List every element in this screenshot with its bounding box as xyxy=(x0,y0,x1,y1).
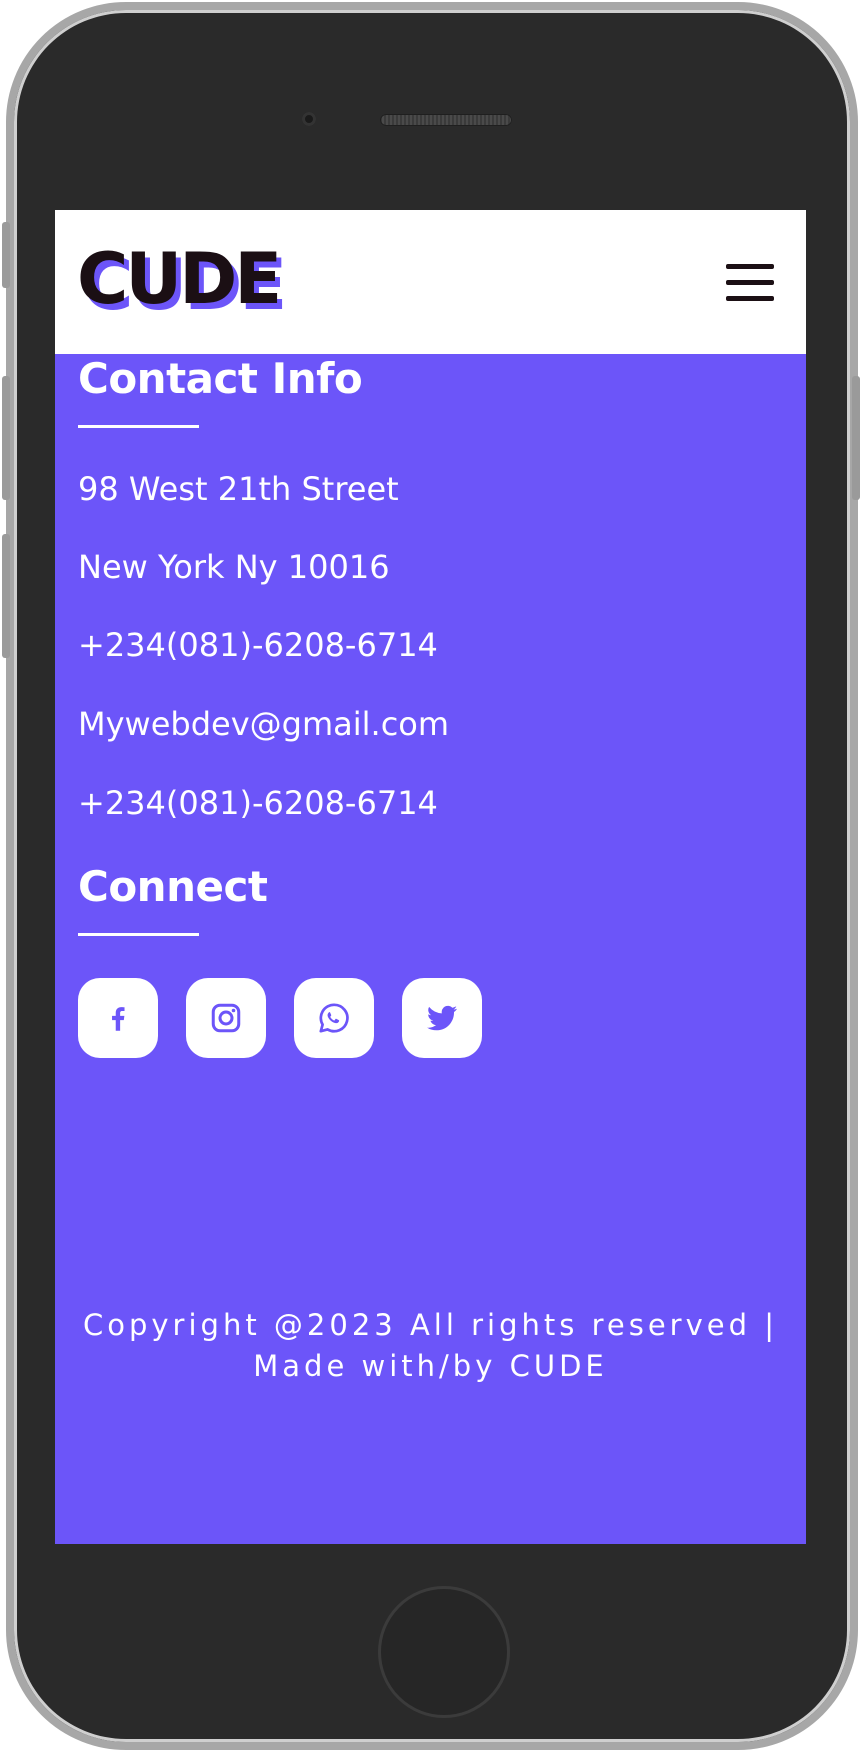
twitter-link[interactable] xyxy=(402,978,482,1058)
copyright-line: Copyright @2023 All rights reserved | xyxy=(83,1308,778,1342)
instagram-link[interactable] xyxy=(186,978,266,1058)
copyright-footer: Copyright @2023 All rights reserved | Ma… xyxy=(55,1305,806,1387)
camera-icon xyxy=(302,112,316,126)
social-links xyxy=(78,978,482,1058)
whatsapp-link[interactable] xyxy=(294,978,374,1058)
screen: CUDE Contact Info 98 West 21th Street Ne… xyxy=(55,210,806,1544)
facebook-icon xyxy=(112,1007,125,1031)
contact-info-heading: Contact Info xyxy=(78,354,363,403)
contact-city-line: New York Ny 10016 xyxy=(78,548,390,586)
volume-down-button xyxy=(2,534,10,658)
mute-switch xyxy=(2,222,10,288)
instagram-icon xyxy=(211,1003,241,1033)
contact-email: Mywebdev@gmail.com xyxy=(78,705,450,743)
speaker-grille xyxy=(380,114,512,126)
facebook-link[interactable] xyxy=(78,978,158,1058)
volume-up-button xyxy=(2,376,10,500)
logo[interactable]: CUDE xyxy=(77,244,282,314)
whatsapp-icon xyxy=(319,1003,349,1033)
connect-heading: Connect xyxy=(78,862,268,911)
contact-phone: +234(081)-6208-6714 xyxy=(78,784,438,822)
heading-underline xyxy=(78,425,199,428)
twitter-icon xyxy=(427,1005,457,1031)
made-by-line: Made with/by CUDE xyxy=(253,1349,608,1383)
contact-phone: +234(081)-6208-6714 xyxy=(78,626,438,664)
heading-underline xyxy=(78,933,199,936)
home-button[interactable] xyxy=(378,1586,510,1718)
hamburger-menu-icon[interactable] xyxy=(726,264,774,302)
power-button xyxy=(852,376,860,500)
contact-address-line: 98 West 21th Street xyxy=(78,470,399,508)
navbar: CUDE xyxy=(55,210,806,354)
